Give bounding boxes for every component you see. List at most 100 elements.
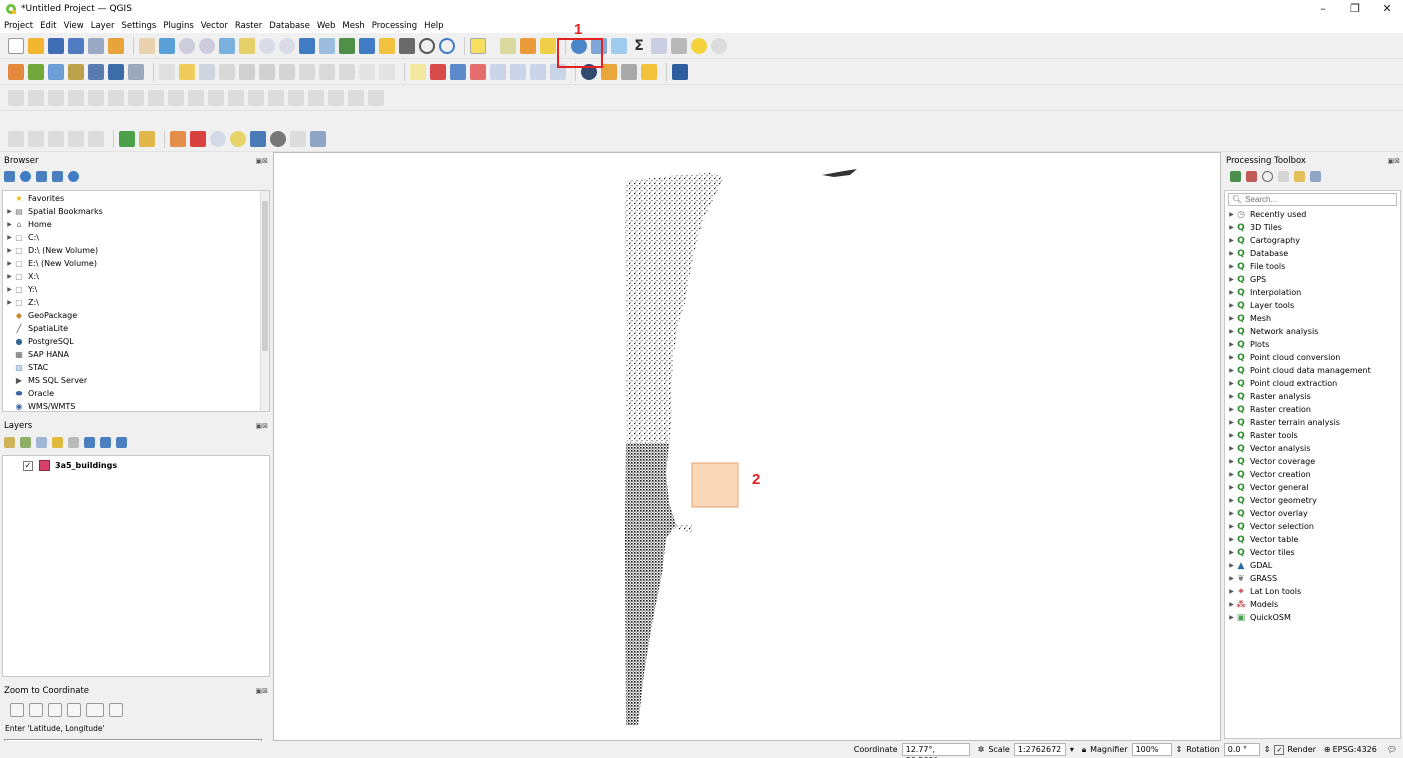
zoom-native-icon[interactable] <box>279 37 295 54</box>
add-selected-layers-icon[interactable] <box>4 170 15 182</box>
scale-dropdown-icon[interactable]: ▾ <box>1070 745 1074 754</box>
save-project-icon[interactable] <box>48 37 64 54</box>
move-label-icon[interactable] <box>510 63 526 80</box>
processing-search-input[interactable] <box>1245 195 1386 204</box>
processing-options-icon[interactable] <box>1310 170 1321 182</box>
new-3d-view-icon[interactable] <box>359 37 375 54</box>
menu-project[interactable]: Project <box>4 21 33 31</box>
processing-item[interactable]: ▶ Q Vector tiles <box>1227 546 1400 559</box>
new-bookmark-icon[interactable] <box>379 37 395 54</box>
select-dropdown-icon[interactable] <box>490 38 496 54</box>
browser-item[interactable]: ▧ STAC <box>5 361 269 374</box>
expand-arrow-icon[interactable]: ▶ <box>1227 276 1236 283</box>
processing-item[interactable]: ▶ Q GPS <box>1227 273 1400 286</box>
snapping-icon[interactable] <box>8 130 24 147</box>
add-ring-icon[interactable] <box>108 89 124 106</box>
scale-field[interactable]: 1:2762672 <box>1013 743 1066 756</box>
expand-arrow-icon[interactable]: ▶ <box>1227 250 1236 257</box>
expand-arrow-icon[interactable]: ▶ <box>1227 315 1236 322</box>
plugin-georef-icon[interactable] <box>601 63 617 80</box>
expand-arrow-icon[interactable]: ▶ <box>1227 328 1236 335</box>
processing-item[interactable]: ▶ ⌖ Lat Lon tools <box>1227 585 1400 598</box>
delete-selected-icon[interactable] <box>279 63 295 80</box>
menu-settings[interactable]: Settings <box>121 21 156 31</box>
map-tips-icon[interactable] <box>691 37 707 54</box>
zoom-selection-icon[interactable] <box>239 37 255 54</box>
expand-arrow-icon[interactable]: ▶ <box>1227 263 1236 270</box>
zoom-tool-icon[interactable] <box>210 130 226 147</box>
menu-web[interactable]: Web <box>317 21 336 31</box>
xy-tool-icon[interactable] <box>290 130 306 147</box>
map-canvas[interactable]: 2 <box>273 152 1221 741</box>
expand-arrow-icon[interactable]: ▶ <box>1227 575 1236 582</box>
menu-edit[interactable]: Edit <box>40 21 56 31</box>
select-by-expression-icon[interactable] <box>540 37 556 54</box>
expand-arrow-icon[interactable]: ▶ <box>1227 588 1236 595</box>
expand-arrow-icon[interactable]: ▶ <box>5 234 14 241</box>
rotate-symbols-icon[interactable] <box>328 89 344 106</box>
rotate-feature-icon[interactable] <box>68 89 84 106</box>
expand-arrow-icon[interactable]: ▶ <box>1227 484 1236 491</box>
expand-arrow-icon[interactable]: ▶ <box>5 299 14 306</box>
processing-item[interactable]: ▶ Q Cartography <box>1227 234 1400 247</box>
zoom-next-icon[interactable] <box>319 37 335 54</box>
collapse-all-icon[interactable] <box>100 436 111 448</box>
pan-to-selection-icon[interactable] <box>159 37 175 54</box>
layer-diagram-icon[interactable] <box>430 63 446 80</box>
measure-line-icon[interactable] <box>671 37 687 54</box>
simplify-icon[interactable] <box>88 89 104 106</box>
processing-item[interactable]: ▶ Q Point cloud data management <box>1227 364 1400 377</box>
remove-layer-icon[interactable] <box>116 436 127 448</box>
browser-item[interactable]: ▶ ▢ Z:\ <box>5 296 269 309</box>
add-group-icon[interactable] <box>20 436 31 448</box>
expand-all-icon[interactable] <box>84 436 95 448</box>
processing-item[interactable]: ▶ Q File tools <box>1227 260 1400 273</box>
digitize-tool-icon[interactable] <box>28 89 44 106</box>
split-parts-icon[interactable] <box>268 89 284 106</box>
settings-tool-icon[interactable] <box>310 130 326 147</box>
expand-arrow-icon[interactable]: ▶ <box>1227 211 1236 218</box>
field-calculator-icon[interactable] <box>611 37 627 54</box>
browser-item[interactable]: ⬬ Oracle <box>5 387 269 400</box>
circle-shape-icon[interactable] <box>88 130 104 147</box>
menu-vector[interactable]: Vector <box>201 21 228 31</box>
highlight-pinned-labels-icon[interactable] <box>450 63 466 80</box>
rotation-field[interactable]: 0.0 ° <box>1223 743 1260 756</box>
browser-item[interactable]: ● PostgreSQL <box>5 335 269 348</box>
browser-item[interactable]: ▶ MS SQL Server <box>5 374 269 387</box>
pin-labels-icon[interactable] <box>470 63 486 80</box>
layer-visibility-checkbox[interactable]: ✓ <box>23 460 33 471</box>
expand-arrow-icon[interactable]: ▶ <box>1227 549 1236 556</box>
processing-item[interactable]: ▶ ◷ Recently used <box>1227 208 1400 221</box>
refresh-icon[interactable] <box>439 37 455 54</box>
restore-button[interactable]: ❐ <box>1339 0 1371 18</box>
processing-item[interactable]: ▶ Q Vector general <box>1227 481 1400 494</box>
cut-features-icon[interactable] <box>299 63 315 80</box>
print-layout-icon[interactable] <box>88 37 104 54</box>
split-features-icon[interactable] <box>248 89 264 106</box>
processing-item[interactable]: ▶ Q 3D Tiles <box>1227 221 1400 234</box>
settings-wrench-icon[interactable] <box>109 703 123 717</box>
georeferencer-icon[interactable] <box>139 130 155 147</box>
offset-curve-icon[interactable] <box>228 89 244 106</box>
processing-item[interactable]: ▶ Q Raster terrain analysis <box>1227 416 1400 429</box>
select-by-value-icon[interactable] <box>520 37 536 54</box>
zoom-layer-icon[interactable] <box>259 37 275 54</box>
processing-item[interactable]: ▶ Q Layer tools <box>1227 299 1400 312</box>
menu-view[interactable]: View <box>64 21 84 31</box>
panel-close-icon[interactable]: ▣⊠ <box>256 687 268 695</box>
browser-item[interactable]: ▶ ▢ D:\ (New Volume) <box>5 244 269 257</box>
regular-shape-icon[interactable] <box>48 130 64 147</box>
fill-ring-icon[interactable] <box>148 89 164 106</box>
redo-icon[interactable] <box>379 63 395 80</box>
results-viewer-icon[interactable] <box>1278 170 1289 182</box>
save-edits-icon[interactable] <box>199 63 215 80</box>
expand-arrow-icon[interactable]: ▶ <box>1227 614 1236 621</box>
advanced-digitize-icon[interactable] <box>8 89 24 106</box>
trim-extend-icon[interactable] <box>368 89 384 106</box>
coordinate-globe-icon[interactable] <box>270 130 286 147</box>
crs-label[interactable]: EPSG:4326 <box>1333 745 1377 754</box>
processing-item[interactable]: ▶ Q Vector table <box>1227 533 1400 546</box>
lock-scale-icon[interactable]: 🔒︎ <box>1082 745 1086 755</box>
processing-item[interactable]: ▶ Q Vector analysis <box>1227 442 1400 455</box>
